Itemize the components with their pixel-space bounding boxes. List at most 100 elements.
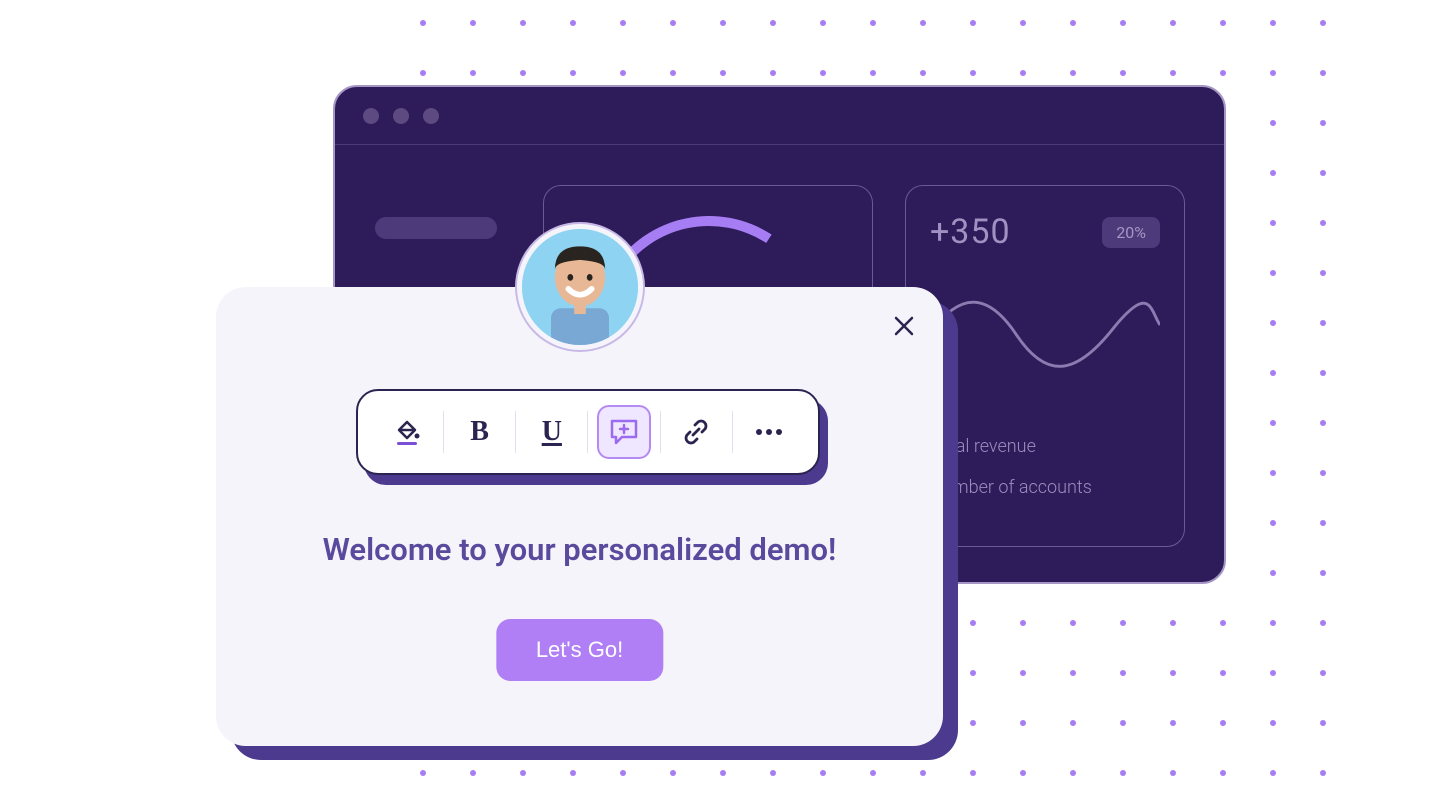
bold-button[interactable]: B xyxy=(453,405,507,459)
decorative-dot xyxy=(870,70,876,76)
decorative-dot xyxy=(1020,670,1026,676)
decorative-dot xyxy=(1320,470,1326,476)
decorative-dot xyxy=(1320,720,1326,726)
more-button[interactable] xyxy=(742,405,796,459)
link-button[interactable] xyxy=(669,405,723,459)
decorative-dot xyxy=(1320,620,1326,626)
decorative-dot xyxy=(1270,170,1276,176)
decorative-dot xyxy=(420,20,426,26)
traffic-light-dot xyxy=(423,108,439,124)
close-icon xyxy=(893,315,915,337)
legend-item: Number of accounts xyxy=(930,467,1160,508)
decorative-dot xyxy=(1220,20,1226,26)
nav-placeholder xyxy=(375,217,497,239)
decorative-dot xyxy=(1320,670,1326,676)
comment-button[interactable] xyxy=(597,405,651,459)
decorative-dot xyxy=(470,20,476,26)
decorative-dot xyxy=(1270,670,1276,676)
decorative-dot xyxy=(1120,620,1126,626)
link-icon xyxy=(681,417,711,447)
bold-icon: B xyxy=(470,416,489,448)
decorative-dot xyxy=(1220,70,1226,76)
close-button[interactable] xyxy=(893,315,915,341)
avatar xyxy=(517,224,643,350)
decorative-dot xyxy=(1070,620,1076,626)
decorative-dot xyxy=(1270,620,1276,626)
decorative-dot xyxy=(1120,70,1126,76)
decorative-dot xyxy=(1270,220,1276,226)
decorative-dot xyxy=(670,770,676,776)
decorative-dot xyxy=(1320,220,1326,226)
decorative-dot xyxy=(1020,620,1026,626)
chart-legend: Total revenue Number of accounts xyxy=(930,426,1160,509)
decorative-dot xyxy=(1320,570,1326,576)
decorative-dot xyxy=(1170,620,1176,626)
decorative-dot xyxy=(1320,270,1326,276)
decorative-dot xyxy=(520,770,526,776)
decorative-dot xyxy=(470,770,476,776)
decorative-dot xyxy=(1270,520,1276,526)
decorative-dot xyxy=(1120,20,1126,26)
decorative-dot xyxy=(1120,670,1126,676)
decorative-dot xyxy=(1270,320,1276,326)
decorative-dot xyxy=(570,770,576,776)
decorative-dot xyxy=(1220,670,1226,676)
decorative-dot xyxy=(1270,570,1276,576)
decorative-dot xyxy=(1220,770,1226,776)
decorative-dot xyxy=(970,720,976,726)
decorative-dot xyxy=(970,770,976,776)
decorative-dot xyxy=(1270,470,1276,476)
decorative-dot xyxy=(1120,770,1126,776)
decorative-dot xyxy=(1170,20,1176,26)
decorative-dot xyxy=(770,70,776,76)
more-icon xyxy=(754,428,784,436)
decorative-dot xyxy=(1270,720,1276,726)
decorative-dot xyxy=(970,20,976,26)
fill-color-button[interactable] xyxy=(380,405,434,459)
traffic-light-dot xyxy=(393,108,409,124)
decorative-dot xyxy=(1270,20,1276,26)
decorative-dot xyxy=(720,770,726,776)
decorative-dot xyxy=(820,70,826,76)
decorative-dot xyxy=(1020,20,1026,26)
decorative-dot xyxy=(970,670,976,676)
decorative-dot xyxy=(620,770,626,776)
stat-value: +350 xyxy=(930,212,1011,252)
decorative-dot xyxy=(1070,70,1076,76)
decorative-dot xyxy=(720,20,726,26)
decorative-dot xyxy=(920,70,926,76)
decorative-dot xyxy=(1320,170,1326,176)
decorative-dot xyxy=(420,70,426,76)
stat-change-badge: 20% xyxy=(1102,217,1160,248)
paint-bucket-icon xyxy=(391,416,423,448)
decorative-dot xyxy=(670,70,676,76)
decorative-dot xyxy=(870,20,876,26)
decorative-dot xyxy=(670,20,676,26)
decorative-dot xyxy=(770,20,776,26)
decorative-dot xyxy=(1070,720,1076,726)
lets-go-button[interactable]: Let's Go! xyxy=(496,619,663,681)
decorative-dot xyxy=(1320,70,1326,76)
decorative-dot xyxy=(1020,770,1026,776)
window-titlebar xyxy=(335,87,1224,145)
decorative-dot xyxy=(1320,320,1326,326)
underline-button[interactable]: U xyxy=(525,405,579,459)
decorative-dot xyxy=(920,20,926,26)
decorative-dot xyxy=(1020,70,1026,76)
decorative-dot xyxy=(420,770,426,776)
decorative-dot xyxy=(1270,270,1276,276)
decorative-dot xyxy=(1320,770,1326,776)
decorative-dot xyxy=(1270,420,1276,426)
decorative-dot xyxy=(1170,770,1176,776)
decorative-dot xyxy=(920,770,926,776)
decorative-dot xyxy=(1270,770,1276,776)
decorative-dot xyxy=(1270,120,1276,126)
decorative-dot xyxy=(870,770,876,776)
traffic-light-dot xyxy=(363,108,379,124)
decorative-dot xyxy=(1070,670,1076,676)
comment-plus-icon xyxy=(608,417,640,447)
format-toolbar: B U xyxy=(356,389,820,475)
decorative-dot xyxy=(720,70,726,76)
decorative-dot xyxy=(1020,720,1026,726)
decorative-dot xyxy=(1170,670,1176,676)
